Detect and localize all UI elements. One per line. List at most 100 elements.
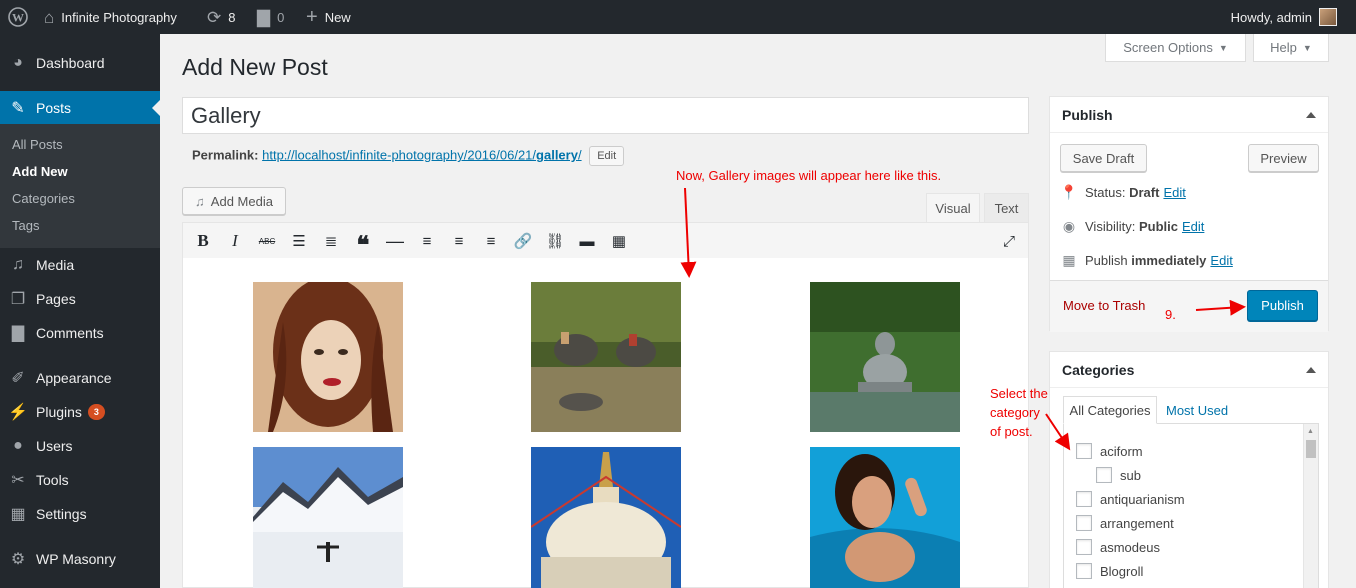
elephants-image[interactable] — [531, 282, 681, 432]
add-media-button[interactable]: ♫ Add Media — [182, 187, 286, 215]
category-checkbox[interactable] — [1076, 539, 1092, 555]
menu-users[interactable]: ● Users — [0, 431, 160, 461]
category-item[interactable]: arrangement — [1076, 515, 1174, 531]
gear-icon: ⚙ — [10, 551, 26, 568]
numbered-list-icon[interactable]: ≣ — [321, 231, 341, 251]
category-checkbox[interactable] — [1076, 443, 1092, 459]
help-button[interactable]: Help ▼ — [1253, 34, 1329, 62]
italic-icon[interactable]: I — [225, 231, 245, 251]
align-right-icon[interactable]: ≡ — [481, 231, 501, 251]
scroll-up-icon[interactable]: ▲ — [1307, 428, 1314, 435]
buddha-statue-image[interactable] — [810, 282, 960, 432]
home-icon: ⌂ — [44, 7, 55, 27]
category-item[interactable]: sub — [1096, 467, 1141, 483]
category-item[interactable]: aciform — [1076, 443, 1143, 459]
category-checkbox[interactable] — [1076, 515, 1092, 531]
blockquote-icon[interactable]: ❝ — [353, 231, 373, 259]
stupa-image[interactable] — [530, 447, 682, 588]
menu-dashboard[interactable]: ◕ Dashboard — [0, 48, 160, 78]
category-item[interactable]: antiquarianism — [1076, 491, 1185, 507]
editor-content-area[interactable] — [182, 258, 1029, 588]
remove-link-icon[interactable]: ⛓ — [545, 231, 565, 251]
menu-media[interactable]: ♫ Media — [0, 250, 160, 280]
menu-pages[interactable]: ❐ Pages — [0, 284, 160, 314]
menu-wp-masonry[interactable]: ⚙ WP Masonry — [0, 544, 160, 574]
publish-button[interactable]: Publish — [1247, 290, 1318, 321]
updates-link[interactable]: ⟳ 8 — [207, 0, 235, 34]
read-more-icon[interactable]: ▬ — [577, 231, 597, 251]
new-content-link[interactable]: + New — [306, 0, 351, 34]
publish-box-header[interactable]: Publish — [1050, 97, 1328, 133]
horizontal-line-icon[interactable]: — — [385, 231, 405, 251]
menu-tools[interactable]: ✂ Tools — [0, 465, 160, 495]
media-icon: ♫ — [195, 193, 205, 209]
plugins-icon: ⚡ — [8, 404, 28, 421]
snow-mountain-image[interactable] — [253, 447, 403, 588]
submenu-all-posts[interactable]: All Posts — [12, 137, 63, 152]
category-checkbox[interactable] — [1096, 467, 1112, 483]
visibility-row: ◉ Visibility: Public Edit — [1060, 218, 1205, 235]
menu-plugins[interactable]: ⚡ Plugins 3 — [0, 397, 160, 427]
menu-label: Posts — [36, 100, 72, 116]
posts-submenu: All Posts Add New Categories Tags — [0, 124, 160, 248]
step-number-annotation: 9. — [1165, 307, 1176, 322]
post-title-input[interactable]: Gallery — [182, 97, 1029, 134]
screen-options-button[interactable]: Screen Options ▼ — [1105, 34, 1246, 62]
menu-settings[interactable]: ▦ Settings — [0, 499, 160, 529]
visibility-value: Public — [1138, 219, 1178, 234]
collapse-arrow-icon[interactable] — [1306, 367, 1316, 373]
gallery-annotation: Now, Gallery images will appear here lik… — [676, 168, 942, 183]
preview-button[interactable]: Preview — [1248, 144, 1319, 172]
tab-visual[interactable]: Visual — [926, 193, 980, 223]
category-item[interactable]: asmodeus — [1076, 539, 1160, 555]
permalink-label: Permalink: — [192, 147, 259, 163]
portrait-woman-image[interactable] — [253, 277, 403, 432]
tab-most-used[interactable]: Most Used — [1166, 396, 1228, 424]
categories-box-header[interactable]: Categories — [1050, 352, 1328, 388]
category-label: arrangement — [1100, 515, 1174, 531]
updates-count: 8 — [228, 9, 236, 25]
new-label: New — [324, 9, 351, 25]
edit-status-link[interactable]: Edit — [1163, 185, 1185, 200]
submenu-tags[interactable]: Tags — [12, 218, 39, 233]
category-checkbox[interactable] — [1076, 563, 1092, 579]
menu-comments[interactable]: ▇ Comments — [0, 318, 160, 348]
tab-all-categories[interactable]: All Categories — [1063, 396, 1157, 424]
comments-icon: ▇ — [11, 325, 25, 342]
fullscreen-icon[interactable]: ⤢ — [999, 231, 1019, 251]
move-to-trash-link[interactable]: Move to Trash — [1063, 298, 1145, 313]
align-center-icon[interactable]: ≡ — [449, 231, 469, 251]
insert-link-icon[interactable]: 🔗 — [513, 231, 533, 251]
toolbar-toggle-icon[interactable]: ▦ — [609, 231, 629, 251]
bold-icon[interactable]: B — [193, 231, 213, 251]
menu-posts[interactable]: ✎ Posts — [0, 91, 160, 125]
scrollbar[interactable]: ▲ — [1303, 424, 1318, 588]
category-label: aciform — [1100, 443, 1143, 459]
save-draft-button[interactable]: Save Draft — [1060, 144, 1147, 172]
category-checkbox[interactable] — [1076, 491, 1092, 507]
permalink-link[interactable]: http://localhost/infinite-photography/20… — [262, 147, 581, 162]
site-name-link[interactable]: ⌂ Infinite Photography — [44, 0, 177, 34]
submenu-categories[interactable]: Categories — [12, 191, 75, 206]
comments-link[interactable]: ▇ 0 — [257, 0, 284, 34]
bulleted-list-icon[interactable]: ☰ — [289, 231, 309, 251]
editor-toolbar: B I ABC ☰ ≣ ❝ — ≡ ≡ ≡ 🔗 ⛓ ▬ ▦ ⤢ — [182, 222, 1029, 259]
edit-schedule-link[interactable]: Edit — [1210, 253, 1232, 268]
submenu-add-new[interactable]: Add New — [12, 164, 68, 179]
category-annotation: Select the category of post. — [990, 384, 1048, 441]
tab-text[interactable]: Text — [984, 193, 1029, 223]
permalink-edit-button[interactable]: Edit — [589, 146, 625, 166]
wordpress-icon[interactable]: W — [8, 0, 28, 34]
my-account-link[interactable]: Howdy, admin — [1231, 0, 1337, 34]
edit-visibility-link[interactable]: Edit — [1182, 219, 1204, 234]
pool-woman-image[interactable] — [810, 447, 960, 588]
strikethrough-icon[interactable]: ABC — [257, 231, 277, 251]
category-label: Blogroll — [1100, 563, 1144, 579]
pages-icon: ❐ — [10, 291, 26, 308]
category-item[interactable]: Blogroll — [1076, 563, 1143, 579]
collapse-arrow-icon[interactable] — [1306, 112, 1316, 118]
plus-icon: + — [306, 6, 318, 28]
align-left-icon[interactable]: ≡ — [417, 231, 437, 251]
menu-appearance[interactable]: ✐ Appearance — [0, 363, 160, 393]
scrollbar-thumb[interactable] — [1306, 440, 1316, 458]
